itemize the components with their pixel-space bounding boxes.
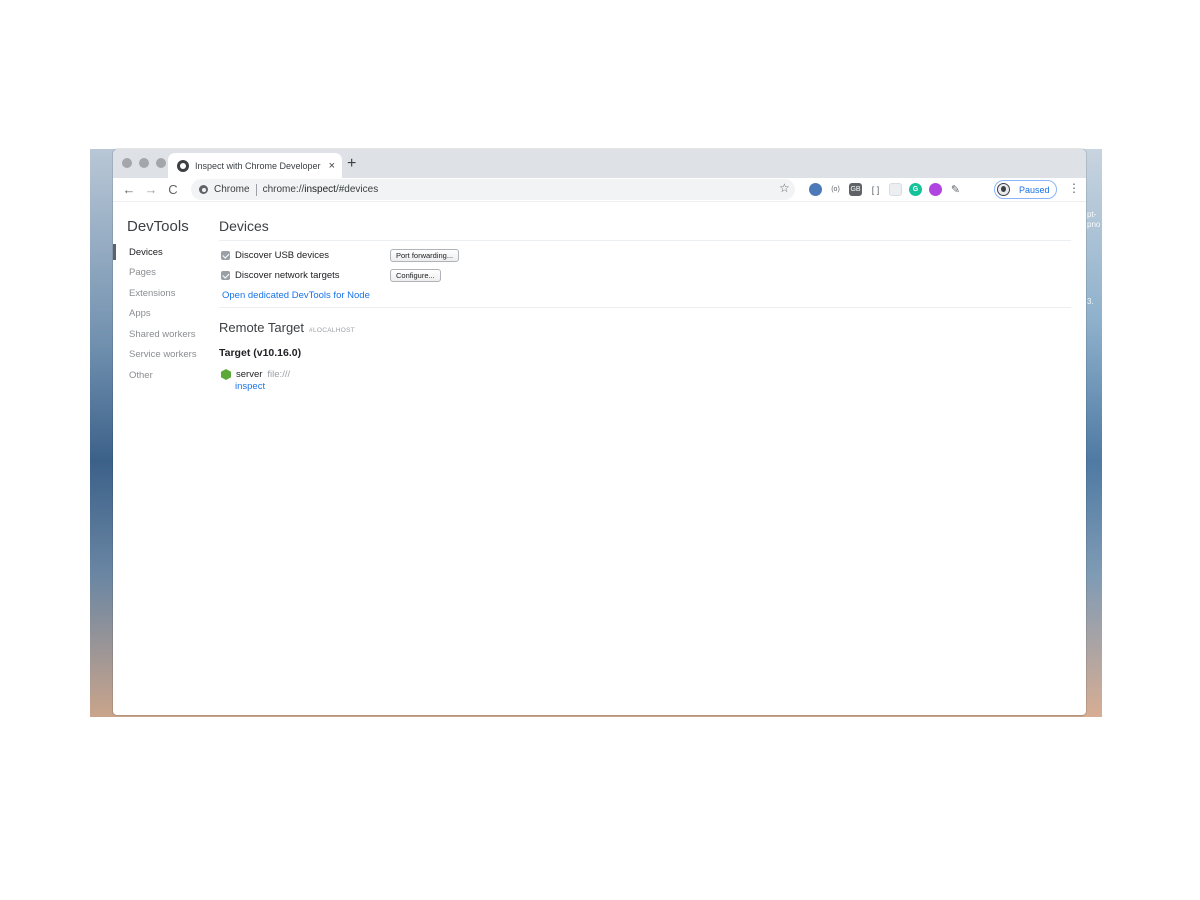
cloud-extension-icon[interactable] <box>809 183 822 196</box>
usb-discovery-option: Discover USB devices <box>221 250 329 261</box>
grid-extension-icon[interactable]: GB <box>849 183 862 196</box>
chrome-favicon-icon <box>177 159 189 172</box>
desktop-edge-text: pno <box>1087 220 1101 229</box>
new-tab-button[interactable]: + <box>347 155 356 173</box>
divider <box>219 307 1071 308</box>
tab-inspect[interactable]: Inspect with Chrome Developer Tools × <box>168 153 342 178</box>
sidebar-item-pages[interactable]: Pages <box>113 263 213 284</box>
blank-extension-icon[interactable] <box>889 183 902 196</box>
code-brackets-extension-icon[interactable]: (o) <box>829 183 842 196</box>
tab-close-icon[interactable]: × <box>329 160 335 172</box>
chrome-page-icon <box>199 185 208 194</box>
selection-extension-icon[interactable]: [ ] <box>869 183 882 196</box>
usb-discovery-checkbox[interactable] <box>221 251 230 260</box>
divider <box>219 240 1071 241</box>
reload-button[interactable]: C <box>162 182 184 197</box>
bookmark-star-icon[interactable]: ☆ <box>779 181 790 195</box>
desktop-edge-text: 3. <box>1087 297 1094 306</box>
profile-status: Paused <box>1019 184 1050 195</box>
open-node-devtools-link[interactable]: Open dedicated DevTools for Node <box>222 290 370 301</box>
target-name: server <box>236 369 263 380</box>
browser-window: Inspect with Chrome Developer Tools × + … <box>113 149 1086 715</box>
browser-toolbar: ← → C Chrome chrome://inspect/#devices ☆… <box>113 178 1086 202</box>
avatar <box>997 183 1010 196</box>
close-window-button[interactable] <box>122 158 132 168</box>
sidebar-item-service-workers[interactable]: Service workers <box>113 345 213 366</box>
network-discovery-checkbox[interactable] <box>221 271 230 280</box>
desktop-edge-text: pt- <box>1087 210 1097 219</box>
devtools-title: DevTools <box>127 218 189 235</box>
menu-icon[interactable]: ⋮ <box>1068 181 1080 195</box>
address-bar[interactable]: Chrome chrome://inspect/#devices <box>191 179 795 200</box>
purple-circle-extension-icon[interactable] <box>929 183 942 196</box>
zoom-window-button[interactable] <box>156 158 166 168</box>
remote-target-header: Remote Target #LOCALHOST <box>219 320 355 335</box>
profile-button[interactable]: Paused <box>994 180 1057 199</box>
usb-discovery-label: Discover USB devices <box>235 250 329 261</box>
inspect-page: DevTools Devices Pages Extensions Apps S… <box>113 202 1086 715</box>
nodejs-icon <box>221 369 231 380</box>
extensions-bar: (o) GB [ ] G ✎ <box>809 183 962 196</box>
sidebar-item-devices[interactable]: Devices <box>113 242 213 263</box>
network-discovery-label: Discover network targets <box>235 270 340 281</box>
tab-title: Inspect with Chrome Developer Tools <box>195 160 323 171</box>
grammarly-extension-icon[interactable]: G <box>909 183 922 196</box>
target-url: file:/// <box>267 369 291 380</box>
security-chip: Chrome <box>214 184 250 195</box>
remote-target-title: Remote Target <box>219 320 305 335</box>
forward-button[interactable]: → <box>140 182 162 197</box>
tab-strip: Inspect with Chrome Developer Tools × + <box>113 149 1086 178</box>
sidebar-item-extensions[interactable]: Extensions <box>113 283 213 304</box>
sidebar: Devices Pages Extensions Apps Shared wor… <box>113 242 213 386</box>
configure-button[interactable]: Configure... <box>390 269 441 282</box>
target-entry: server file:/// <box>221 369 290 380</box>
minimize-window-button[interactable] <box>139 158 149 168</box>
wallpaper-edge <box>1084 149 1102 717</box>
page-title: Devices <box>219 218 269 234</box>
sidebar-item-apps[interactable]: Apps <box>113 304 213 325</box>
target-title: Target (v10.16.0) <box>219 347 302 359</box>
url-text: chrome://inspect/#devices <box>262 184 379 195</box>
inspect-link[interactable]: inspect <box>235 381 265 392</box>
back-button[interactable]: ← <box>118 182 140 197</box>
omnibox-divider <box>255 183 257 196</box>
network-discovery-option: Discover network targets <box>221 270 340 281</box>
port-forwarding-button[interactable]: Port forwarding... <box>390 249 460 262</box>
sidebar-item-shared-workers[interactable]: Shared workers <box>113 324 213 345</box>
window-controls <box>122 158 166 168</box>
remote-target-tag: #LOCALHOST <box>309 327 356 334</box>
eyedropper-extension-icon[interactable]: ✎ <box>949 183 962 196</box>
sidebar-item-other[interactable]: Other <box>113 365 213 386</box>
